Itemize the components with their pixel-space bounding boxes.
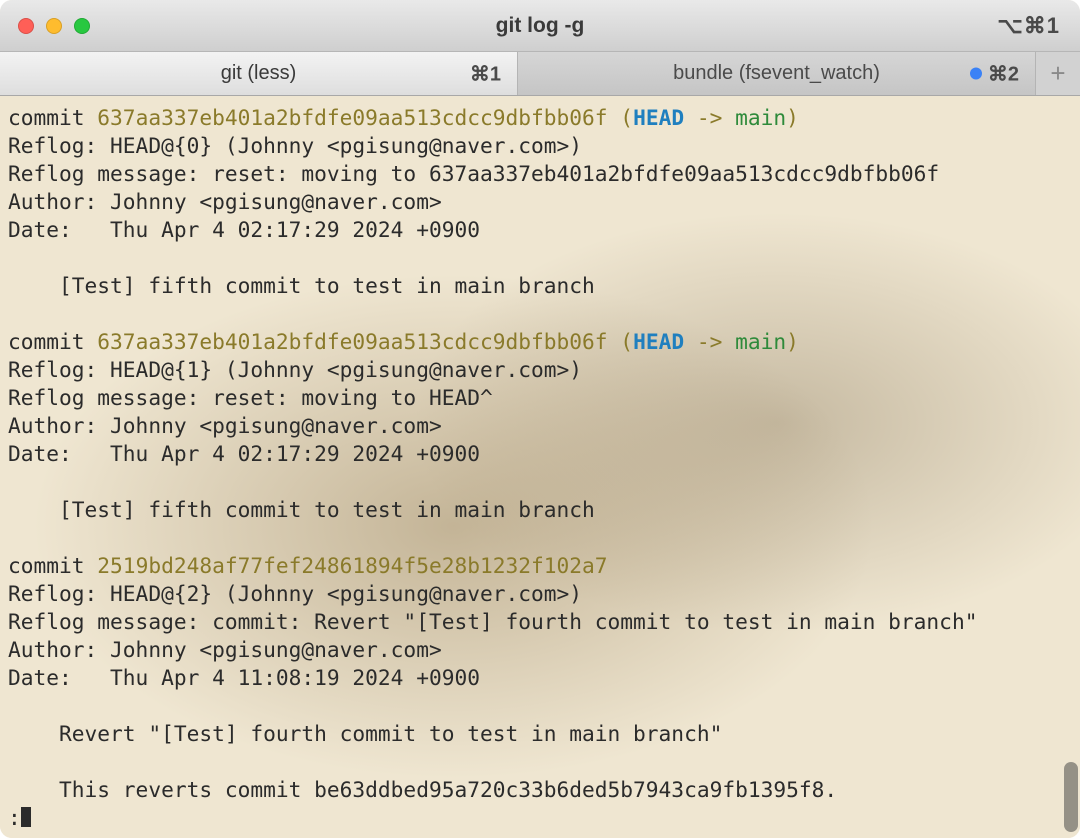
reflog-line: Reflog: HEAD@{2} (Johnny <pgisung@naver.… bbox=[8, 581, 582, 606]
cursor-icon bbox=[21, 807, 31, 827]
ref-branch: main bbox=[735, 105, 786, 130]
reflog-message-line: Reflog message: commit: Revert "[Test] f… bbox=[8, 609, 977, 634]
scrollbar-thumb[interactable] bbox=[1064, 762, 1078, 832]
pager-prompt[interactable]: : bbox=[8, 805, 21, 830]
tab-label: git (less) bbox=[221, 62, 297, 85]
commit-body-line: [Test] fifth commit to test in main bran… bbox=[8, 497, 595, 522]
date-line: Date: Thu Apr 4 11:08:19 2024 +0900 bbox=[8, 665, 480, 690]
reflog-message-line: Reflog message: reset: moving to 637aa33… bbox=[8, 161, 939, 186]
tab-bar: git (less) ⌘1 bundle (fsevent_watch) ⌘2 … bbox=[0, 52, 1080, 96]
commit-hash: 2519bd248af77fef24861894f5e28b1232f102a7 bbox=[97, 553, 607, 578]
date-line: Date: Thu Apr 4 02:17:29 2024 +0900 bbox=[8, 441, 480, 466]
tab-shortcut: ⌘1 bbox=[470, 61, 501, 86]
new-tab-button[interactable]: + bbox=[1036, 52, 1080, 95]
commit-line: commit 2519bd248af77fef24861894f5e28b123… bbox=[8, 553, 608, 578]
reflog-line: Reflog: HEAD@{1} (Johnny <pgisung@naver.… bbox=[8, 357, 582, 382]
ref-head: HEAD bbox=[633, 105, 684, 130]
close-window-button[interactable] bbox=[18, 18, 34, 34]
traffic-lights bbox=[18, 18, 90, 34]
zoom-window-button[interactable] bbox=[74, 18, 90, 34]
window-titlebar: git log -g ⌥⌘1 bbox=[0, 0, 1080, 52]
terminal-viewport[interactable]: commit 637aa337eb401a2bfdfe09aa513cdcc9d… bbox=[0, 96, 1080, 838]
commit-body-line: This reverts commit be63ddbed95a720c33b6… bbox=[8, 777, 837, 802]
window-shortcut: ⌥⌘1 bbox=[997, 13, 1060, 39]
commit-body-line: [Test] fifth commit to test in main bran… bbox=[8, 273, 595, 298]
activity-dot-icon bbox=[970, 68, 982, 80]
reflog-message-line: Reflog message: reset: moving to HEAD^ bbox=[8, 385, 493, 410]
terminal-window: git log -g ⌥⌘1 git (less) ⌘1 bundle (fse… bbox=[0, 0, 1080, 838]
date-line: Date: Thu Apr 4 02:17:29 2024 +0900 bbox=[8, 217, 480, 242]
author-line: Author: Johnny <pgisung@naver.com> bbox=[8, 413, 442, 438]
commit-line: commit 637aa337eb401a2bfdfe09aa513cdcc9d… bbox=[8, 329, 799, 354]
window-title: git log -g bbox=[496, 14, 585, 38]
commit-hash: 637aa337eb401a2bfdfe09aa513cdcc9dbfbb06f bbox=[97, 105, 607, 130]
commit-line: commit 637aa337eb401a2bfdfe09aa513cdcc9d… bbox=[8, 105, 799, 130]
ref-head: HEAD bbox=[633, 329, 684, 354]
author-line: Author: Johnny <pgisung@naver.com> bbox=[8, 637, 442, 662]
tab-shortcut: ⌘2 bbox=[970, 61, 1019, 86]
reflog-line: Reflog: HEAD@{0} (Johnny <pgisung@naver.… bbox=[8, 133, 582, 158]
minimize-window-button[interactable] bbox=[46, 18, 62, 34]
terminal-content: commit 637aa337eb401a2bfdfe09aa513cdcc9d… bbox=[0, 96, 1080, 838]
ref-branch: main bbox=[735, 329, 786, 354]
commit-hash: 637aa337eb401a2bfdfe09aa513cdcc9dbfbb06f bbox=[97, 329, 607, 354]
tab-label: bundle (fsevent_watch) bbox=[673, 62, 880, 85]
tab-git-less[interactable]: git (less) ⌘1 bbox=[0, 52, 518, 95]
commit-body-line: Revert "[Test] fourth commit to test in … bbox=[8, 721, 722, 746]
tab-bundle-fsevent[interactable]: bundle (fsevent_watch) ⌘2 bbox=[518, 52, 1036, 95]
author-line: Author: Johnny <pgisung@naver.com> bbox=[8, 189, 442, 214]
